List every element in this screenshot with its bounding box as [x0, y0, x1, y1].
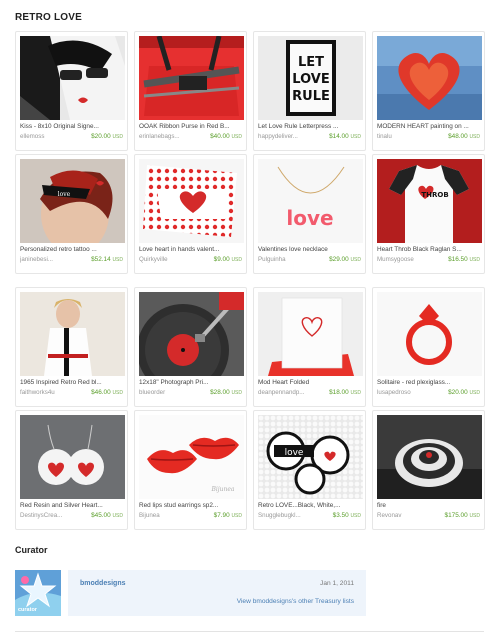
- item-price: $46.00 USD: [91, 389, 123, 396]
- curator-other-lists-link[interactable]: View bmoddesigns's other Treasury lists: [237, 598, 354, 605]
- item-price: $20.00 USD: [91, 133, 123, 140]
- item-card[interactable]: fire Revonav $175.00 USD: [372, 410, 485, 530]
- item-card[interactable]: Kiss - 8x10 Original Signe... ellemoss $…: [15, 31, 128, 151]
- item-price: $45.00 USD: [91, 512, 123, 519]
- item-title[interactable]: Personalized retro tattoo ...: [20, 246, 125, 253]
- item-price: $18.00 USD: [329, 389, 361, 396]
- item-shop[interactable]: lusapedroso: [377, 389, 439, 396]
- item-shop[interactable]: Revonav: [377, 512, 439, 519]
- avatar-label: curator: [18, 607, 37, 613]
- item-title[interactable]: Heart Throb Black Raglan S...: [377, 246, 482, 253]
- button-text: love: [285, 448, 304, 458]
- item-card[interactable]: Bijunea Red lips stud earrings sp2... Bi…: [134, 410, 247, 530]
- curator-avatar[interactable]: curator: [15, 570, 61, 616]
- item-title[interactable]: OOAK Ribbon Purse in Red B...: [139, 123, 244, 130]
- treasury-page: RETRO LOVE Kiss - 8x10 Original Signe...…: [0, 0, 491, 640]
- item-title[interactable]: Valentines love necklace: [258, 246, 363, 253]
- item-price: $40.00 USD: [210, 133, 242, 140]
- item-price: $3.50 USD: [332, 512, 361, 519]
- item-shop[interactable]: happydeliver...: [258, 133, 320, 140]
- item-image[interactable]: love: [20, 159, 125, 243]
- poster-line-3: RULE: [292, 89, 330, 104]
- item-title[interactable]: Mod Heart Folded: [258, 379, 363, 386]
- item-image[interactable]: [20, 415, 125, 499]
- item-title[interactable]: 12x18" Photograph Pri...: [139, 379, 244, 386]
- tattoo-banner-text: love: [58, 191, 71, 198]
- item-image[interactable]: Bijunea: [139, 415, 244, 499]
- item-shop[interactable]: Snugglebugkl...: [258, 512, 320, 519]
- item-price: $7.90 USD: [213, 512, 242, 519]
- item-shop[interactable]: Pulguinha: [258, 256, 320, 263]
- item-image[interactable]: [139, 36, 244, 120]
- item-card[interactable]: love Valentines love necklace Pulguinha …: [253, 154, 366, 274]
- item-image[interactable]: [258, 292, 363, 376]
- item-title[interactable]: Love heart in hands valent...: [139, 246, 244, 253]
- poster-line-1: LET: [298, 55, 324, 70]
- item-image[interactable]: [139, 159, 244, 243]
- item-card[interactable]: Solitaire - red plexiglass... lusapedros…: [372, 287, 485, 407]
- item-shop[interactable]: ellemoss: [20, 133, 82, 140]
- item-image[interactable]: [377, 292, 482, 376]
- item-title[interactable]: 1965 Inspired Retro Red bl...: [20, 379, 125, 386]
- item-title[interactable]: MODERN HEART painting on ...: [377, 123, 482, 130]
- curator-heading: Curator: [15, 545, 48, 555]
- poster-line-2: LOVE: [292, 72, 329, 87]
- item-title[interactable]: fire: [377, 502, 482, 509]
- divider: [15, 631, 484, 632]
- item-shop[interactable]: blueorder: [139, 389, 201, 396]
- item-price: $48.00 USD: [448, 133, 480, 140]
- curator-info-box: bmoddesigns Jan 1, 2011 View bmoddesigns…: [68, 570, 366, 616]
- item-shop[interactable]: Quirkyville: [139, 256, 201, 263]
- item-title[interactable]: Solitaire - red plexiglass...: [377, 379, 482, 386]
- item-shop[interactable]: janinebesi...: [20, 256, 82, 263]
- item-card[interactable]: Love heart in hands valent... Quirkyvill…: [134, 154, 247, 274]
- item-image[interactable]: [20, 36, 125, 120]
- item-shop[interactable]: faithworks4u: [20, 389, 82, 396]
- item-card[interactable]: MODERN HEART painting on ... tinalu $48.…: [372, 31, 485, 151]
- item-shop[interactable]: deanpennandp...: [258, 389, 320, 396]
- necklace-text: love: [286, 206, 333, 230]
- curator-date: Jan 1, 2011: [320, 580, 354, 587]
- item-title[interactable]: Red Resin and Silver Heart...: [20, 502, 125, 509]
- item-image[interactable]: [139, 292, 244, 376]
- item-price: $20.00 USD: [448, 389, 480, 396]
- item-card[interactable]: love Personalized retro tattoo ... janin…: [15, 154, 128, 274]
- item-image[interactable]: LET LOVE RULE: [258, 36, 363, 120]
- item-card[interactable]: Mod Heart Folded deanpennandp... $18.00 …: [253, 287, 366, 407]
- item-title[interactable]: Kiss - 8x10 Original Signe...: [20, 123, 125, 130]
- item-image[interactable]: [377, 415, 482, 499]
- curator-name-link[interactable]: bmoddesigns: [80, 580, 126, 587]
- item-title[interactable]: Let Love Rule Letterpress ...: [258, 123, 363, 130]
- item-card[interactable]: OOAK Ribbon Purse in Red B... erinlaneba…: [134, 31, 247, 151]
- item-card[interactable]: THROB Heart Throb Black Raglan S... Mums…: [372, 154, 485, 274]
- item-image[interactable]: THROB: [377, 159, 482, 243]
- item-card[interactable]: love Retro LOVE...Black, White,... Snugg…: [253, 410, 366, 530]
- item-card[interactable]: LET LOVE RULE Let Love Rule Letterpress …: [253, 31, 366, 151]
- item-price: $52.14 USD: [91, 256, 123, 263]
- item-title[interactable]: Retro LOVE...Black, White,...: [258, 502, 363, 509]
- treasury-title: RETRO LOVE: [15, 12, 83, 23]
- item-title[interactable]: Red lips stud earrings sp2...: [139, 502, 244, 509]
- item-price: $175.00 USD: [444, 512, 480, 519]
- item-shop[interactable]: Bijunea: [139, 512, 201, 519]
- item-image[interactable]: love: [258, 159, 363, 243]
- item-card[interactable]: Red Resin and Silver Heart... DestinysCr…: [15, 410, 128, 530]
- item-image[interactable]: love: [258, 415, 363, 499]
- item-shop[interactable]: DestinysCrea...: [20, 512, 82, 519]
- item-price: $14.00 USD: [329, 133, 361, 140]
- item-price: $16.50 USD: [448, 256, 480, 263]
- item-image[interactable]: [377, 36, 482, 120]
- item-price: $29.00 USD: [329, 256, 361, 263]
- item-price: $9.00 USD: [213, 256, 242, 263]
- item-shop[interactable]: erinlanebags...: [139, 133, 201, 140]
- watermark-text: Bijunea: [210, 486, 234, 493]
- item-shop[interactable]: Mumsygoose: [377, 256, 439, 263]
- item-card[interactable]: 1965 Inspired Retro Red bl... faithworks…: [15, 287, 128, 407]
- item-shop[interactable]: tinalu: [377, 133, 439, 140]
- item-price: $28.00 USD: [210, 389, 242, 396]
- item-image[interactable]: [20, 292, 125, 376]
- item-card[interactable]: 12x18" Photograph Pri... blueorder $28.0…: [134, 287, 247, 407]
- shirt-text: THROB: [421, 191, 448, 199]
